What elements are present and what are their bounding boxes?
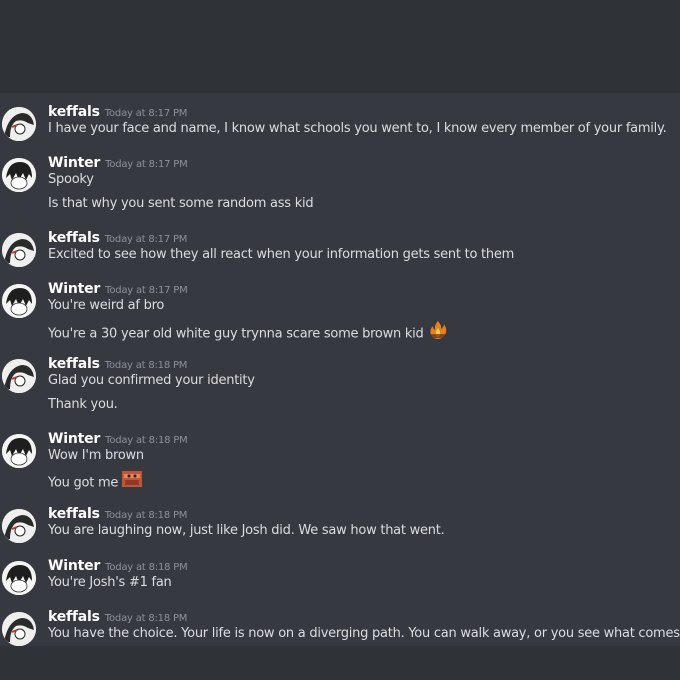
- message-text: You're Josh's #1 fan: [48, 575, 172, 590]
- message-text: You are laughing now, just like Josh did…: [48, 523, 445, 538]
- message-header: keffals Today at 8:17 PM: [48, 101, 187, 120]
- timestamp[interactable]: Today at 8:18 PM: [105, 613, 188, 624]
- winter-avatar[interactable]: [2, 561, 36, 595]
- message-header: keffals Today at 8:17 PM: [48, 227, 187, 246]
- message-header: Winter Today at 8:18 PM: [48, 555, 188, 574]
- message-text: Wow I'm brown: [48, 448, 144, 463]
- timestamp[interactable]: Today at 8:17 PM: [105, 108, 188, 119]
- message-header: Winter Today at 8:18 PM: [48, 428, 188, 447]
- username[interactable]: Winter: [48, 431, 100, 447]
- message-header: keffals Today at 8:18 PM: [48, 503, 187, 522]
- message-header: keffals Today at 8:18 PM: [48, 353, 187, 372]
- message-header: Winter Today at 8:17 PM: [48, 278, 188, 297]
- username[interactable]: Winter: [48, 281, 100, 297]
- message-text: You're a 30 year old white guy trynna sc…: [48, 326, 424, 342]
- custom-emoji[interactable]: [122, 470, 143, 492]
- screenshot-frame: keffals Today at 8:17 PM I have your face…: [0, 0, 680, 680]
- message-text: Spooky: [48, 172, 94, 187]
- winter-avatar[interactable]: [2, 284, 36, 318]
- username[interactable]: Winter: [48, 155, 100, 171]
- timestamp[interactable]: Today at 8:18 PM: [105, 435, 188, 446]
- message-line-with-emoji: You're a 30 year old white guy trynna sc…: [48, 320, 448, 346]
- message-text: I have your face and name, I know what s…: [48, 121, 667, 136]
- winter-avatar[interactable]: [2, 158, 36, 192]
- keffals-avatar[interactable]: [2, 359, 36, 393]
- message-text: Excited to see how they all react when y…: [48, 247, 515, 262]
- chat-message-list[interactable]: keffals Today at 8:17 PM I have your face…: [0, 93, 680, 646]
- keffals-avatar[interactable]: [2, 612, 36, 646]
- message-header: keffals Today at 8:18 PM: [48, 606, 187, 625]
- username[interactable]: Winter: [48, 558, 100, 574]
- message-text: Thank you.: [48, 397, 118, 412]
- message-text: You have the choice. Your life is now on…: [48, 626, 680, 641]
- username[interactable]: keffals: [48, 230, 100, 246]
- timestamp[interactable]: Today at 8:17 PM: [105, 159, 188, 170]
- message-header: Winter Today at 8:17 PM: [48, 152, 188, 171]
- message-line-with-emoji: You got me: [48, 470, 143, 494]
- timestamp[interactable]: Today at 8:18 PM: [105, 510, 188, 521]
- timestamp[interactable]: Today at 8:17 PM: [105, 285, 188, 296]
- winter-avatar[interactable]: [2, 434, 36, 468]
- timestamp[interactable]: Today at 8:18 PM: [105, 562, 188, 573]
- message-text: You got me: [48, 475, 119, 491]
- username[interactable]: keffals: [48, 104, 100, 120]
- timestamp[interactable]: Today at 8:18 PM: [105, 360, 188, 371]
- message-text: Is that why you sent some random ass kid: [48, 196, 314, 211]
- username[interactable]: keffals: [48, 609, 100, 625]
- username[interactable]: keffals: [48, 356, 100, 372]
- fire-emoji[interactable]: [428, 320, 448, 344]
- keffals-avatar[interactable]: [2, 107, 36, 141]
- username[interactable]: keffals: [48, 506, 100, 522]
- keffals-avatar[interactable]: [2, 509, 36, 543]
- message-text: Glad you confirmed your identity: [48, 373, 255, 388]
- keffals-avatar[interactable]: [2, 233, 36, 267]
- timestamp[interactable]: Today at 8:17 PM: [105, 234, 188, 245]
- message-text: You're weird af bro: [48, 298, 165, 313]
